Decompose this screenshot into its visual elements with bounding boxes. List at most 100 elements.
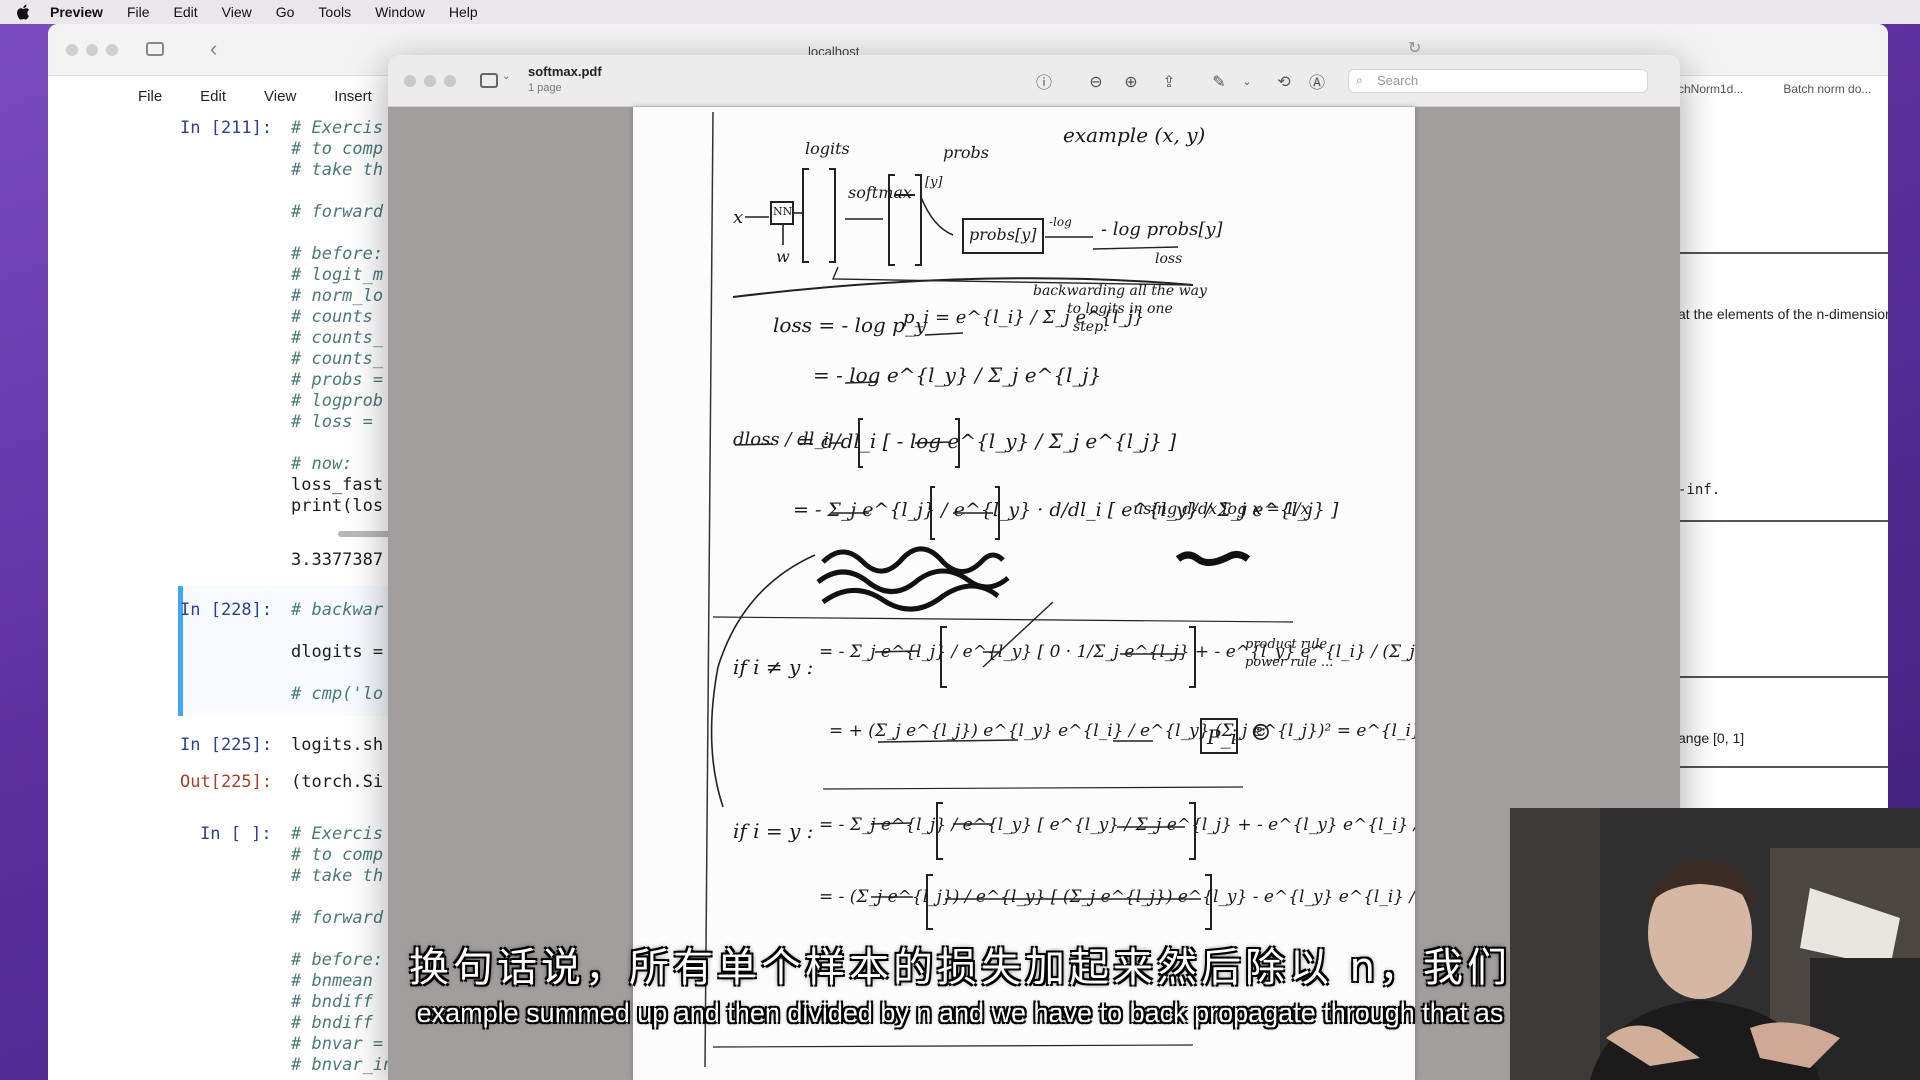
code-line: # logprob [291,391,384,411]
code-line: # before: [291,244,384,264]
markup-icon[interactable]: Ⓐ [1306,70,1328,92]
back-icon[interactable]: ‹ [210,36,217,62]
hw-neglogprobs: - log probs[y] [1101,219,1223,240]
code-cell[interactable]: # Exercis # to comp # take th # forward # … [291,118,383,517]
code-line: loss_fast [291,475,384,495]
hw-neglog: -log [1049,215,1072,229]
cell-output: 3.3377387 [291,550,384,570]
menubar-go[interactable]: Go [276,4,295,20]
menubar-app-name[interactable]: Preview [50,4,103,20]
code-line: dlogits = [291,642,384,662]
markup-pen-icon[interactable]: ✎ [1208,70,1230,92]
code-line: # counts_ [291,349,384,369]
code-line: # probs = [291,370,384,390]
logits-bracket-right [829,168,836,263]
chevron-down-icon[interactable]: ⌄ [1236,70,1258,92]
cell-prompt: In [211]: [180,118,273,138]
hw-example: example (x, y) [1063,123,1206,147]
doc-text: -inf. [1678,482,1721,498]
hw-probs: probs [943,143,989,162]
rotate-icon[interactable]: ⟲ [1273,70,1295,92]
divider [1678,766,1888,768]
divider-line [712,616,1294,623]
apple-icon[interactable] [16,4,30,20]
hw-backward-note: backwarding all the way [1033,283,1207,299]
zoom-out-icon[interactable]: ⊖ [1085,70,1107,92]
code-line: # forward [291,202,384,222]
close-button[interactable] [66,44,78,56]
chevron-down-icon[interactable]: ⌄ [502,71,510,82]
menubar-view[interactable]: View [222,4,252,20]
hw-x: x [733,207,744,228]
preview-window: ⌄ softmax.pdf 1 page ⓘ ⊖ ⊕ ⇪ ✎ ⌄ ⟲ Ⓐ Sea… [388,55,1680,1080]
divider-line [822,786,1244,790]
hw-eq6: = + (Σ_j e^{l_j}) e^{l_y} e^{l_i} / e^{l… [829,721,1415,741]
close-button[interactable] [404,75,416,87]
scribble [816,546,1010,612]
code-line: # Exercis [291,118,384,138]
hw-power-rule: power rule ... [1245,655,1334,670]
doc-text: at the elements of the n-dimensional c [1678,306,1888,322]
minimize-button[interactable] [424,75,436,87]
menubar-edit[interactable]: Edit [174,4,198,20]
hw-using: using d/dx log x = 1/x [1133,499,1310,518]
zoom-button[interactable] [444,75,456,87]
document-title: softmax.pdf [528,64,602,79]
search-icon: ⌕ [1356,73,1363,87]
menubar-help[interactable]: Help [449,4,478,20]
cell-prompt: In [228]: [180,600,273,620]
arrow-line [920,196,954,236]
preview-toolbar: ⌄ softmax.pdf 1 page ⓘ ⊖ ⊕ ⇪ ✎ ⌄ ⟲ Ⓐ Sea… [388,55,1680,107]
code-line: # take th [291,160,384,180]
sidebar-toggle-icon[interactable] [480,73,498,88]
nb-menu-view[interactable]: View [264,88,296,105]
code-line: # counts [291,307,373,327]
logits-bracket-left [802,168,809,263]
share-icon[interactable]: ⇪ [1158,70,1180,92]
hw-probs-y: probs[y] [969,225,1037,244]
sidebar-toggle-icon[interactable] [146,42,164,56]
doc-text: ange [0, 1] [1678,730,1745,746]
smiley-icon: ☺ [1251,721,1271,746]
scribble [1175,550,1251,566]
hw-loss-label: loss [1155,251,1183,267]
code-line: # now: [291,454,353,474]
zoom-in-icon[interactable]: ⊕ [1120,70,1142,92]
search-input[interactable]: Search [1348,69,1648,93]
hw-y-index: [y] [925,175,943,190]
browser-tab[interactable]: chNorm1d... [1678,82,1743,96]
document-page-count: 1 page [528,82,562,94]
case-arrow [710,554,816,808]
code-line: # loss = [291,412,373,432]
minimize-button[interactable] [86,44,98,56]
hw-pi-eq: p_i = e^{l_i} / Σ_j e^{l_j} [903,307,1145,328]
info-icon[interactable]: ⓘ [1033,70,1055,92]
browser-tab[interactable]: Batch norm do... [1783,82,1871,96]
code-line: # backwar [291,600,384,620]
code-line: # counts_ [291,328,384,348]
menubar-window[interactable]: Window [375,4,425,20]
nb-menu-file[interactable]: File [138,88,162,105]
nb-menu-insert[interactable]: Insert [334,88,372,105]
probs-bracket-right [915,174,922,266]
hw-if-neq: if i ≠ y : [733,655,814,679]
hw-w: w [776,247,790,266]
menubar-file[interactable]: File [127,4,150,20]
zoom-button[interactable] [106,44,118,56]
menubar-tools[interactable]: Tools [318,4,351,20]
code-line: # cmp('lo [291,684,384,704]
margin-line [704,111,714,1068]
code-cell[interactable]: # backwar dlogits = # cmp('lo [291,600,383,705]
code-cell[interactable]: logits.sh [291,735,383,756]
hw-eq3-rhs: = d/dl_i [ - log e^{l_y} / Σ_j e^{l_j} ] [798,429,1177,453]
hw-if-eq: if i = y : [733,819,814,843]
hw-product-rule: product rule [1245,637,1328,652]
nb-menu-edit[interactable]: Edit [200,88,226,105]
menubar: Preview File Edit View Go Tools Window H… [0,0,1920,24]
underline [1092,246,1179,250]
right-tab-strip: chNorm1d... Batch norm do... [1678,82,1871,96]
cell-prompt: In [ ]: [200,824,272,844]
